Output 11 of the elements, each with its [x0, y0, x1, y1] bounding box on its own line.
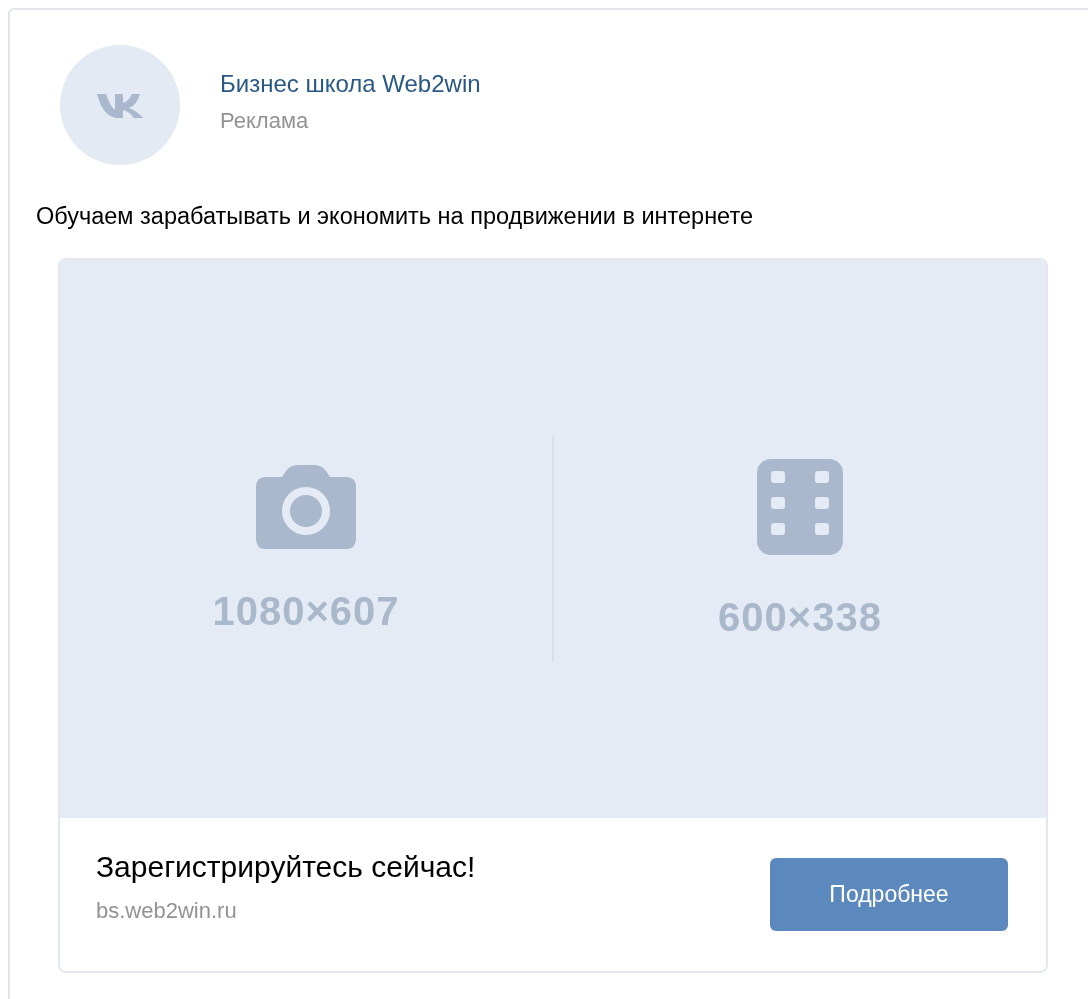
link-domain: bs.web2win.ru [96, 897, 238, 924]
logo-icon [97, 92, 143, 118]
post-text: Обучаем зарабатывать и экономить на продвижении в интернете [36, 203, 754, 230]
film-icon [757, 458, 843, 555]
image-size-label: 600×338 [718, 594, 882, 640]
more-button[interactable]: Подробнее [770, 858, 1008, 931]
camera-icon [256, 464, 356, 549]
link-title: Зарегистрируйтесь сейчас! [96, 849, 476, 884]
ad-label: Реклама [220, 108, 310, 134]
author-name[interactable]: Бизнес школа Web2win [220, 70, 481, 98]
image-size-label: 1080×607 [212, 588, 400, 634]
